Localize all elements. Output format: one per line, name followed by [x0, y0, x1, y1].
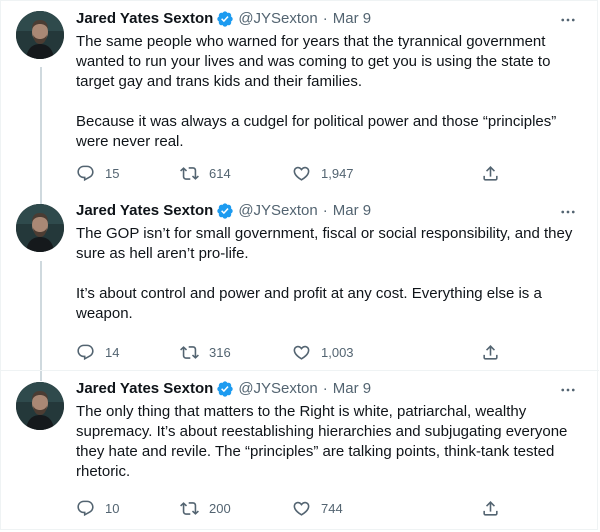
tweet-paragraph: The GOP isn’t for small government, fisc…	[76, 225, 573, 262]
retweet-button[interactable]: 614	[180, 161, 231, 185]
separator-dot: ·	[322, 380, 328, 397]
tweet-header: Jared Yates Sexton @JYSexton · Mar 9	[76, 9, 371, 29]
share-button[interactable]	[481, 340, 500, 364]
like-button[interactable]: 744	[292, 496, 343, 520]
like-count: 744	[321, 500, 343, 516]
separator-dot: ·	[322, 10, 328, 27]
thread-connector-line	[40, 67, 42, 207]
author-handle[interactable]: @JYSexton	[238, 201, 317, 221]
more-horizontal-icon	[561, 210, 575, 214]
retweet-button[interactable]: 316	[180, 340, 231, 364]
tweet-text: The GOP isn’t for small government, fisc…	[76, 224, 576, 324]
share-button[interactable]	[481, 496, 500, 520]
heart-icon	[293, 166, 310, 181]
tweet[interactable]: Jared Yates Sexton @JYSexton · Mar 9 The…	[1, 370, 599, 532]
retweet-button[interactable]: 200	[180, 496, 231, 520]
retweet-arrows-icon	[180, 166, 199, 180]
author-name[interactable]: Jared Yates Sexton	[76, 379, 213, 399]
avatar-photo-icon	[16, 11, 64, 59]
tweet-actions: 10 200 744	[76, 496, 516, 520]
tweet-paragraph: The only thing that matters to the Right…	[76, 403, 568, 480]
reply-button[interactable]: 15	[76, 161, 119, 185]
reply-count: 15	[105, 165, 120, 181]
avatar[interactable]	[16, 11, 64, 59]
tweet-thread: Jared Yates Sexton @JYSexton · Mar 9 The…	[0, 0, 599, 532]
like-button[interactable]: 1,003	[292, 340, 354, 364]
reply-bubble-icon	[77, 165, 94, 181]
heart-icon	[293, 345, 310, 360]
retweet-arrows-icon	[180, 345, 199, 359]
avatar[interactable]	[16, 382, 64, 430]
reply-button[interactable]: 10	[76, 496, 119, 520]
reply-count: 10	[105, 500, 120, 516]
avatar-photo-icon	[16, 204, 64, 252]
like-count: 1,003	[321, 344, 354, 360]
more-horizontal-icon	[561, 388, 575, 392]
share-upload-icon	[483, 500, 498, 516]
author-handle[interactable]: @JYSexton	[238, 379, 317, 399]
tweet-paragraph: The same people who warned for years tha…	[76, 33, 551, 90]
tweet-text: The only thing that matters to the Right…	[76, 402, 576, 482]
tweet-timestamp[interactable]: Mar 9	[333, 9, 371, 29]
tweet[interactable]: Jared Yates Sexton @JYSexton · Mar 9 The…	[1, 1, 599, 207]
author-name[interactable]: Jared Yates Sexton	[76, 9, 213, 29]
avatar[interactable]	[16, 204, 64, 252]
tweet-header: Jared Yates Sexton @JYSexton · Mar 9	[76, 201, 371, 221]
tweet-actions: 14 316 1,003	[76, 340, 516, 364]
more-options-button[interactable]	[555, 377, 581, 403]
share-upload-icon	[483, 165, 498, 181]
like-button[interactable]: 1,947	[292, 161, 354, 185]
tweet[interactable]: Jared Yates Sexton @JYSexton · Mar 9 The…	[1, 193, 599, 381]
tweet-paragraph: It’s about control and power and profit …	[76, 285, 542, 322]
reply-button[interactable]: 14	[76, 340, 119, 364]
retweet-count: 614	[209, 165, 231, 181]
tweet-text: The same people who warned for years tha…	[76, 32, 576, 152]
separator-dot: ·	[322, 202, 328, 219]
reply-count: 14	[105, 344, 120, 360]
tweet-timestamp[interactable]: Mar 9	[333, 379, 371, 399]
thread-connector-line	[40, 261, 42, 381]
author-name[interactable]: Jared Yates Sexton	[76, 201, 213, 221]
tweet-paragraph: Because it was always a cudgel for polit…	[76, 113, 557, 150]
verified-badge-icon	[216, 10, 234, 28]
more-options-button[interactable]	[555, 7, 581, 33]
verified-badge-icon	[216, 380, 234, 398]
tweet-actions: 15 614 1,947	[76, 161, 516, 185]
verified-badge-icon	[216, 202, 234, 220]
retweet-count: 316	[209, 344, 231, 360]
reply-bubble-icon	[77, 344, 94, 360]
tweet-timestamp[interactable]: Mar 9	[333, 201, 371, 221]
retweet-arrows-icon	[180, 501, 199, 515]
share-button[interactable]	[481, 161, 500, 185]
more-options-button[interactable]	[555, 199, 581, 225]
avatar-photo-icon	[16, 382, 64, 430]
share-upload-icon	[483, 344, 498, 360]
more-horizontal-icon	[561, 18, 575, 22]
retweet-count: 200	[209, 500, 231, 516]
author-handle[interactable]: @JYSexton	[238, 9, 317, 29]
reply-bubble-icon	[77, 500, 94, 516]
heart-icon	[293, 501, 310, 516]
like-count: 1,947	[321, 165, 354, 181]
tweet-header: Jared Yates Sexton @JYSexton · Mar 9	[76, 379, 371, 399]
